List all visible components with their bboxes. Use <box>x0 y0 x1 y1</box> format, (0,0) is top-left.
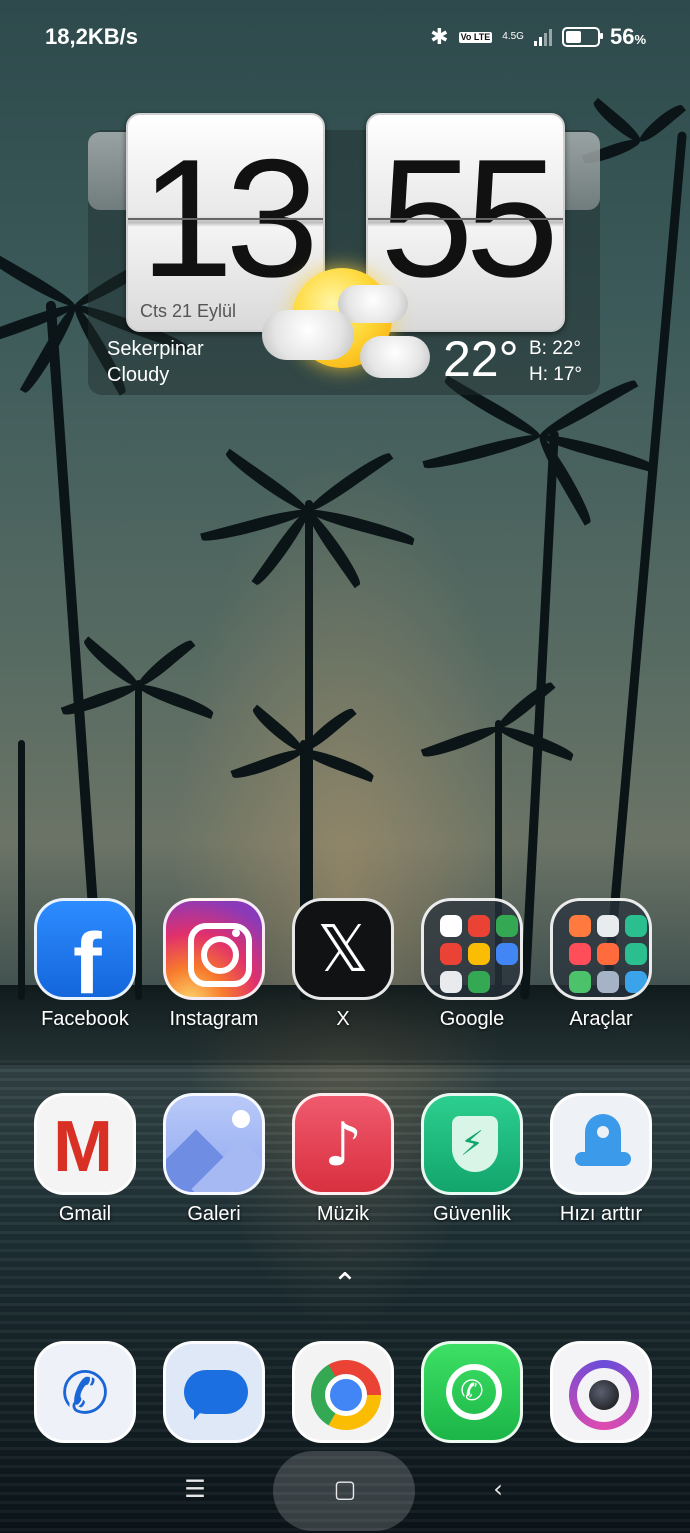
palm-frond <box>420 722 501 761</box>
palm-frond <box>134 636 196 691</box>
app-galeri[interactable]: Galeri <box>150 1093 278 1226</box>
dock-messages-icon[interactable] <box>163 1341 265 1443</box>
app-label: Güvenlik <box>433 1203 511 1225</box>
palm-frond <box>0 245 78 312</box>
dock-whatsapp-icon[interactable]: ✆ <box>421 1341 523 1443</box>
rocket-icon <box>550 1093 652 1195</box>
network-speed: 18,2KB/s <box>45 24 138 49</box>
weather-temperature: 22° <box>443 331 519 387</box>
music-icon: ♪ <box>292 1093 394 1195</box>
app-label: Hızı arttır <box>559 1203 643 1225</box>
app-gmail[interactable]: M Gmail <box>21 1093 149 1226</box>
folder-google[interactable]: Google <box>408 898 536 1031</box>
palm-frond <box>494 678 556 733</box>
battery-percentage: 56% <box>609 24 646 49</box>
dock-camera-icon[interactable] <box>550 1341 652 1443</box>
app-drawer-chevron-icon[interactable]: ⌃ <box>0 1268 690 1302</box>
app-facebook[interactable]: f Facebook <box>21 898 149 1031</box>
cloud-shape <box>338 285 408 323</box>
palm-frond <box>422 430 542 473</box>
palm-frond <box>135 680 216 719</box>
palm-frond <box>249 704 307 756</box>
back-icon[interactable]: ‹ <box>468 1475 528 1503</box>
facebook-icon: f <box>34 898 136 1000</box>
signal-icon <box>533 28 552 46</box>
weather-location-block: Sekerpinar Cloudy <box>107 336 204 388</box>
flip-divider <box>128 218 323 220</box>
app-label: X <box>336 1008 350 1030</box>
palm-frond <box>230 745 306 783</box>
app-label: Facebook <box>41 1008 129 1030</box>
clock-date: Cts 21 Eylül <box>140 301 237 321</box>
app-label: Galeri <box>187 1203 241 1225</box>
weather-low: H: 17° <box>529 364 583 385</box>
app-label: Araçlar <box>569 1008 633 1030</box>
instagram-icon <box>163 898 265 1000</box>
dock-phone-icon[interactable]: ✆ <box>34 1341 136 1443</box>
app-label: Google <box>439 1008 505 1030</box>
gallery-icon <box>163 1093 265 1195</box>
palm-trunk <box>602 131 687 999</box>
folder-icon <box>421 898 523 1000</box>
phone-icon: ✆ <box>60 1359 110 1427</box>
gmail-icon: M <box>34 1093 136 1195</box>
app-label: Instagram <box>169 1008 259 1030</box>
navigation-bar: ☰ ▢ ‹ <box>0 1451 690 1533</box>
status-bar: 18,2KB/s ✱ Vo LTE 4.5G 56% <box>0 0 690 80</box>
recents-icon[interactable]: ☰ <box>165 1475 225 1503</box>
weather-condition: Cloudy <box>107 364 170 386</box>
dock-chrome-icon[interactable] <box>292 1341 394 1443</box>
palm-frond <box>80 636 142 691</box>
palm-frond <box>304 448 394 516</box>
volte-icon: Vo LTE <box>458 31 493 43</box>
app-guvenlik[interactable]: ⚡ Güvenlik <box>408 1093 536 1226</box>
app-x[interactable]: 𝕏 X <box>279 898 407 1031</box>
cloud-shape <box>360 336 430 378</box>
bluetooth-icon: ✱ <box>430 24 449 49</box>
weather-location: Sekerpinar <box>107 338 204 360</box>
folder-icon <box>550 898 652 1000</box>
x-icon: 𝕏 <box>292 898 394 1000</box>
app-hizi-arttir[interactable]: Hızı arttır <box>537 1093 665 1226</box>
battery-icon <box>561 27 603 47</box>
weather-high: B: 22° <box>529 338 581 359</box>
folder-araclar[interactable]: Araçlar <box>537 898 665 1031</box>
palm-frond <box>222 448 312 516</box>
app-label: Gmail <box>58 1203 112 1225</box>
app-label: Müzik <box>316 1203 370 1225</box>
flip-divider <box>368 218 563 220</box>
network-type: 4.5G <box>502 31 524 42</box>
cloud-shape <box>262 310 354 360</box>
app-muzik[interactable]: ♪ Müzik <box>279 1093 407 1226</box>
weather-high-low: B: 22° H: 17° <box>529 336 582 388</box>
home-icon[interactable]: ▢ <box>315 1475 375 1503</box>
status-icons: ✱ Vo LTE 4.5G 56% <box>430 24 646 50</box>
app-instagram[interactable]: Instagram <box>150 898 278 1031</box>
security-shield-icon: ⚡ <box>421 1093 523 1195</box>
